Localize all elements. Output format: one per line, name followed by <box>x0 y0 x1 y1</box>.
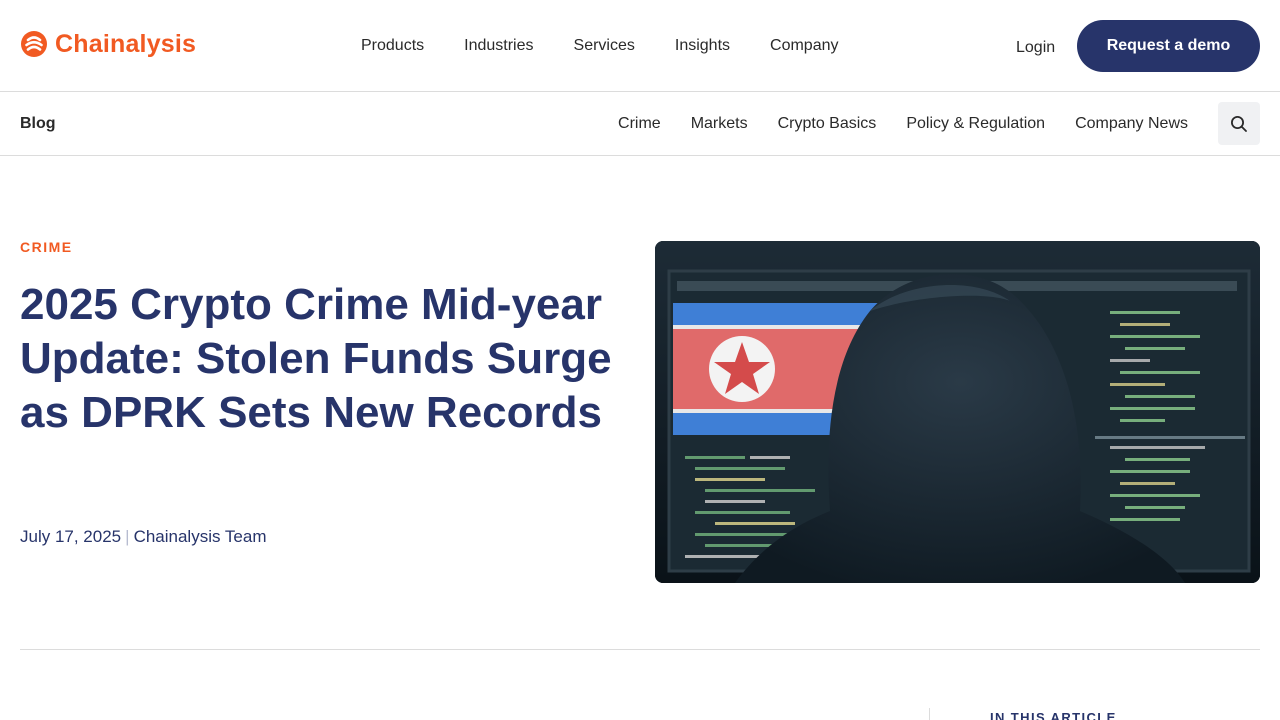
section-divider <box>20 649 1260 650</box>
menu-item-company[interactable]: Company <box>770 36 838 56</box>
blog-subnav: Blog Crime Markets Crypto Basics Policy … <box>0 92 1280 156</box>
main-menu: Products Industries Services Insights Co… <box>361 36 839 56</box>
category-crime[interactable]: Crime <box>618 114 661 134</box>
category-company-news[interactable]: Company News <box>1075 114 1188 134</box>
blog-category-menu: Crime Markets Crypto Basics Policy & Reg… <box>618 114 1188 134</box>
top-navigation: Chainalysis Products Industries Services… <box>0 0 1280 92</box>
category-policy-regulation[interactable]: Policy & Regulation <box>906 114 1045 134</box>
login-link[interactable]: Login <box>1016 38 1055 58</box>
toc-border <box>929 708 930 720</box>
article-meta: July 17, 2025 | Chainalysis Team <box>20 527 266 547</box>
brand-name: Chainalysis <box>55 29 197 58</box>
article-author[interactable]: Chainalysis Team <box>134 527 267 546</box>
menu-item-services[interactable]: Services <box>574 36 635 56</box>
article-category[interactable]: CRIME <box>20 239 73 255</box>
hooded-hacker-illustration <box>655 241 1260 583</box>
category-markets[interactable]: Markets <box>691 114 748 134</box>
hero-image <box>655 241 1260 583</box>
article-date: July 17, 2025 <box>20 527 122 546</box>
search-button[interactable] <box>1218 102 1260 145</box>
category-crypto-basics[interactable]: Crypto Basics <box>778 114 877 134</box>
article-title: 2025 Crypto Crime Mid-year Update: Stole… <box>20 280 612 437</box>
menu-item-industries[interactable]: Industries <box>464 36 533 56</box>
menu-item-products[interactable]: Products <box>361 36 424 56</box>
brand-logo[interactable]: Chainalysis <box>20 29 196 59</box>
search-icon <box>1231 115 1247 132</box>
meta-separator: | <box>125 527 130 546</box>
blog-home-link[interactable]: Blog <box>20 114 56 134</box>
menu-item-insights[interactable]: Insights <box>675 36 730 56</box>
chainalysis-logo-icon <box>21 31 47 57</box>
toc-heading: IN THIS ARTICLE <box>990 710 1117 720</box>
request-demo-button[interactable]: Request a demo <box>1077 20 1260 72</box>
